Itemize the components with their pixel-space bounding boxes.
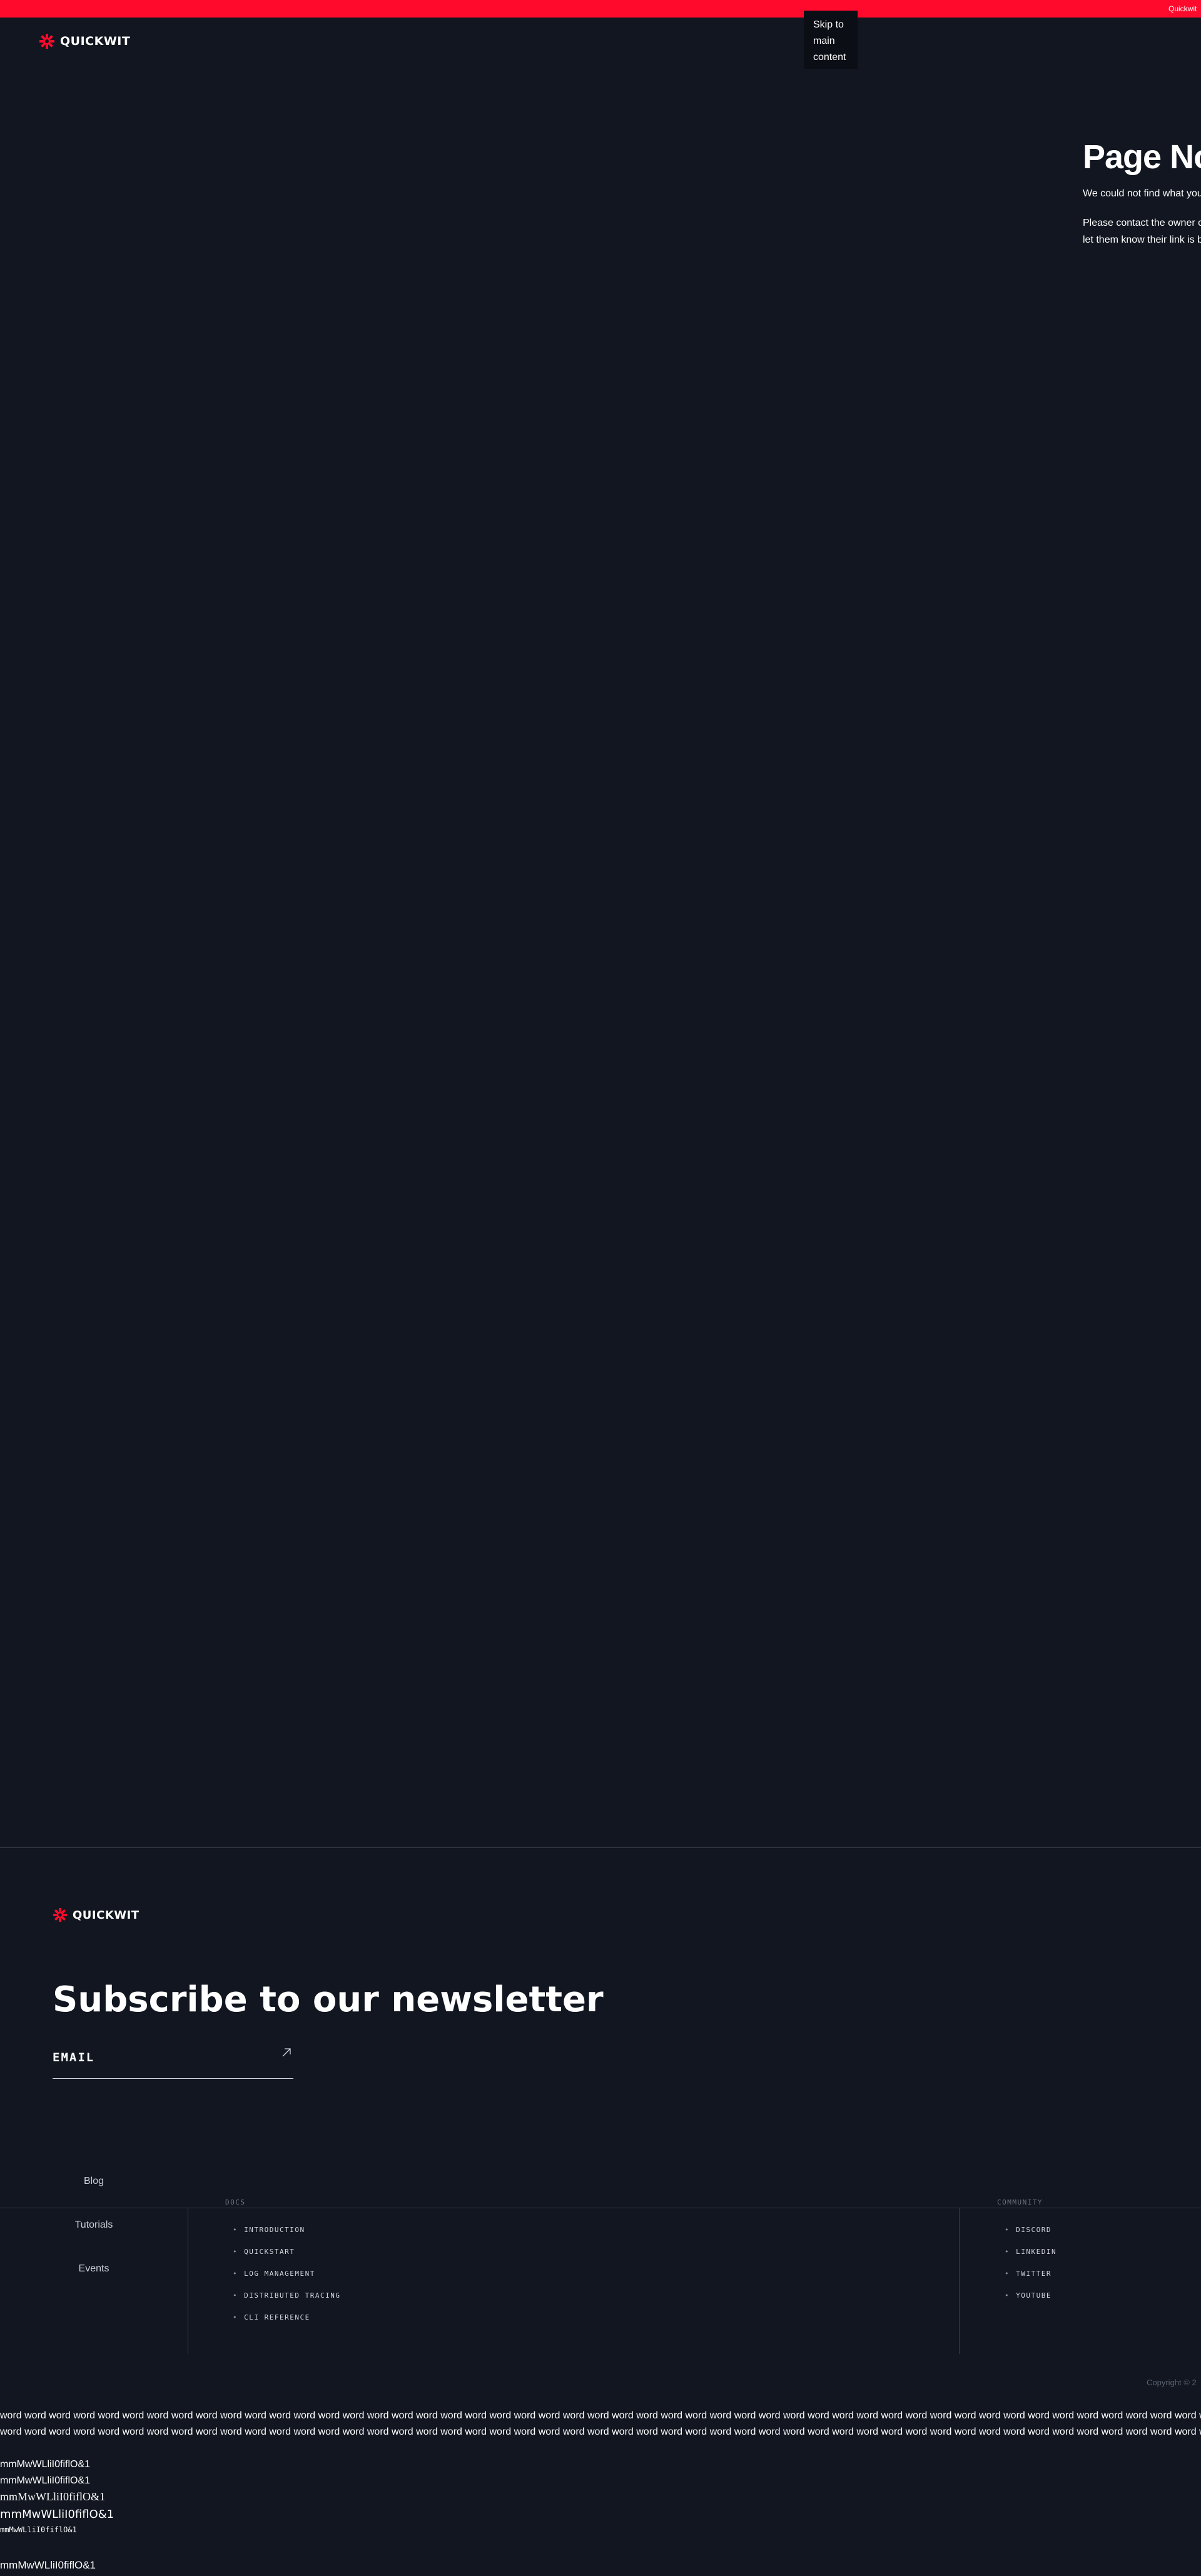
- bullet-icon: •: [1005, 2226, 1010, 2234]
- contact-owner-line-1: Please contact the owner o: [1083, 218, 1201, 228]
- bullet-icon: •: [1005, 2270, 1010, 2278]
- bullet-icon: •: [233, 2313, 238, 2321]
- banner-text[interactable]: Quickwit: [1168, 4, 1197, 13]
- community-link-linkedin[interactable]: LINKEDIN: [1016, 2248, 1057, 2256]
- font-test-line: mmMwWLliI0fiflO&1: [0, 2525, 77, 2534]
- bullet-icon: •: [233, 2291, 238, 2300]
- footer-link-tutorials[interactable]: Tutorials: [0, 2220, 188, 2231]
- font-test-line: mmMwWLliI0fiflO&1: [0, 2508, 114, 2521]
- copyright-text: Copyright © 2: [1147, 2378, 1197, 2387]
- community-links: • DISCORD • LINKEDIN • TWITTER • YOUTUBE: [1005, 2226, 1057, 2313]
- list-item: • QUICKSTART: [233, 2248, 340, 2270]
- logo-wordmark: QUICKWIT: [73, 1908, 139, 1922]
- bullet-icon: •: [1005, 2248, 1010, 2256]
- font-test-line: mmMwWLliI0fiflO&1: [0, 2475, 91, 2486]
- top-banner: Quickwit: [0, 0, 1201, 18]
- docs-link-cli-reference[interactable]: CLI REFERENCE: [244, 2313, 310, 2321]
- list-item: • LOG MANAGEMENT: [233, 2270, 340, 2291]
- docs-link-log-management[interactable]: LOG MANAGEMENT: [244, 2270, 315, 2278]
- list-item: • CLI REFERENCE: [233, 2313, 340, 2335]
- font-test-line: mmMwWLliI0fiflO&1: [0, 2490, 105, 2503]
- list-item: • INTRODUCTION: [233, 2226, 340, 2248]
- docs-link-quickstart[interactable]: QUICKSTART: [244, 2248, 295, 2256]
- column-divider: [959, 2208, 960, 2354]
- bullet-icon: •: [233, 2270, 238, 2278]
- footer-divider: [0, 1847, 1201, 1848]
- newsletter-title: Subscribe to our newsletter: [53, 1979, 604, 2020]
- newsletter-form: [53, 2045, 293, 2079]
- header-logo[interactable]: QUICKWIT: [39, 33, 130, 49]
- list-item: • DISTRIBUTED TRACING: [233, 2291, 340, 2313]
- arrow-up-right-icon[interactable]: [280, 2046, 293, 2059]
- docs-heading: DOCS: [225, 2198, 246, 2206]
- community-heading: COMMUNITY: [997, 2198, 1043, 2206]
- font-test-word-line: word word word word word word word word …: [0, 2410, 1201, 2421]
- bullet-icon: •: [233, 2226, 238, 2234]
- docs-links: • INTRODUCTION • QUICKSTART • LOG MANAGEMEN…: [233, 2226, 340, 2335]
- footer-logo[interactable]: QUICKWIT: [53, 1907, 139, 1922]
- font-test-line: mmMwWLliI0fiflO&1: [0, 2559, 96, 2571]
- footer-link-blog[interactable]: Blog: [0, 2176, 188, 2187]
- community-link-youtube[interactable]: YOUTUBE: [1016, 2291, 1052, 2300]
- bullet-icon: •: [233, 2248, 238, 2256]
- community-link-twitter[interactable]: TWITTER: [1016, 2270, 1052, 2278]
- community-link-discord[interactable]: DISCORD: [1016, 2226, 1052, 2234]
- contact-owner-line-2: let them know their link is b: [1083, 235, 1201, 245]
- list-item: • DISCORD: [1005, 2226, 1057, 2248]
- contact-owner-message: Please contact the owner o let them know…: [1083, 215, 1201, 248]
- list-item: • TWITTER: [1005, 2270, 1057, 2291]
- logo-wordmark: QUICKWIT: [60, 34, 131, 48]
- skip-to-content-link[interactable]: Skip to main content: [804, 11, 858, 69]
- email-input[interactable]: [53, 2045, 265, 2070]
- docs-link-introduction[interactable]: INTRODUCTION: [244, 2226, 305, 2234]
- bullet-icon: •: [1005, 2291, 1010, 2300]
- font-test-line: mmMwWLliI0fiflO&1: [0, 2459, 91, 2470]
- docs-link-distributed-tracing[interactable]: DISTRIBUTED TRACING: [244, 2291, 340, 2300]
- footer-link-events[interactable]: Events: [0, 2263, 188, 2275]
- quickwit-logo-icon: [39, 33, 55, 49]
- quickwit-logo-icon: [53, 1907, 68, 1922]
- list-item: • LINKEDIN: [1005, 2248, 1057, 2270]
- list-item: • YOUTUBE: [1005, 2291, 1057, 2313]
- not-found-message: We could not find what you: [1083, 188, 1201, 199]
- font-test-word-line: word word word word word word word word …: [0, 2427, 1201, 2437]
- page-title: Page Not: [1083, 138, 1201, 176]
